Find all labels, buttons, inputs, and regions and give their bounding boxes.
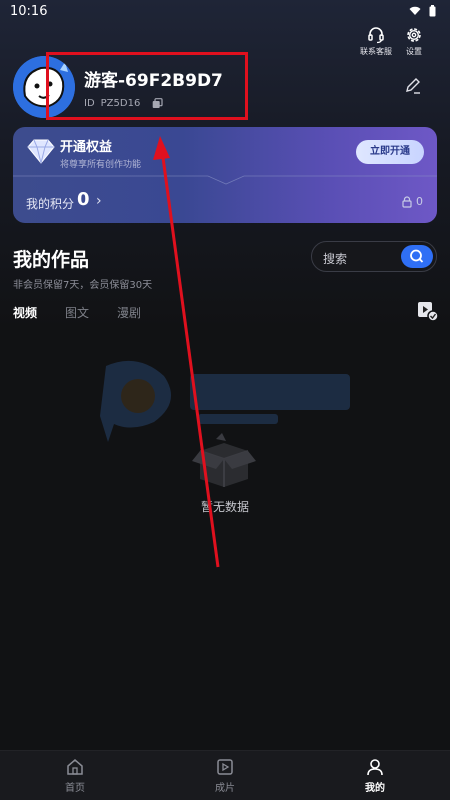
vip-subtitle: 将尊享所有创作功能 [60, 160, 142, 170]
locked-count-value: 0 [416, 195, 423, 208]
home-icon [67, 758, 83, 775]
vip-title: 开通权益 [60, 140, 113, 155]
nav-films[interactable]: 成片 [150, 751, 300, 800]
chevron-right-icon[interactable]: › [96, 193, 102, 209]
lock-icon [402, 195, 412, 208]
search-button[interactable] [401, 245, 433, 268]
locked-count: 0 [402, 195, 423, 208]
tab-comic-drama[interactable]: 漫剧 [117, 304, 141, 321]
search-box[interactable]: 搜索 [311, 241, 437, 272]
works-title: 我的作品 [13, 249, 90, 271]
gear-icon [407, 28, 421, 42]
customer-service-button[interactable]: 联系客服 [358, 26, 394, 57]
diamond-icon [27, 139, 55, 164]
wifi-icon [409, 6, 421, 15]
nav-profile-label: 我的 [365, 782, 385, 794]
points-label: 我的积分 [26, 197, 75, 211]
film-icon [217, 758, 233, 775]
tab-video[interactable]: 视频 [13, 304, 37, 321]
retention-note: 非会员保留7天，会员保留30天 [13, 280, 153, 291]
vip-card[interactable]: 开通权益 将尊享所有创作功能 立即开通 我的积分 0 › 0 [13, 127, 437, 223]
annotation-highlight-box [46, 52, 248, 120]
settings-label: 设置 [406, 47, 422, 56]
battery-icon [429, 5, 436, 17]
nav-films-label: 成片 [215, 782, 235, 794]
nav-profile[interactable]: 我的 [300, 751, 450, 800]
profile-icon [367, 758, 383, 775]
nav-home[interactable]: 首页 [0, 751, 150, 800]
video-manage-icon[interactable] [417, 300, 439, 322]
status-bar: 10:16 [0, 0, 450, 22]
nav-home-label: 首页 [65, 782, 85, 794]
customer-service-label: 联系客服 [360, 47, 392, 56]
empty-box-icon [192, 433, 256, 487]
vip-divider [13, 175, 437, 185]
search-icon [410, 249, 424, 263]
tab-image-text[interactable]: 图文 [65, 304, 89, 321]
bottom-navigation: 首页 成片 我的 [0, 750, 450, 800]
status-icons [409, 5, 436, 17]
status-time: 10:16 [10, 3, 48, 19]
search-input[interactable]: 搜索 [323, 250, 347, 267]
edit-profile-icon[interactable] [404, 77, 422, 95]
points-value[interactable]: 0 [77, 189, 90, 210]
settings-button[interactable]: 设置 [396, 26, 432, 57]
headset-icon [368, 27, 384, 44]
empty-state-text: 暂无数据 [200, 500, 249, 514]
activate-vip-button[interactable]: 立即开通 [356, 140, 424, 164]
works-tabs: 视频 图文 漫剧 [13, 304, 141, 321]
